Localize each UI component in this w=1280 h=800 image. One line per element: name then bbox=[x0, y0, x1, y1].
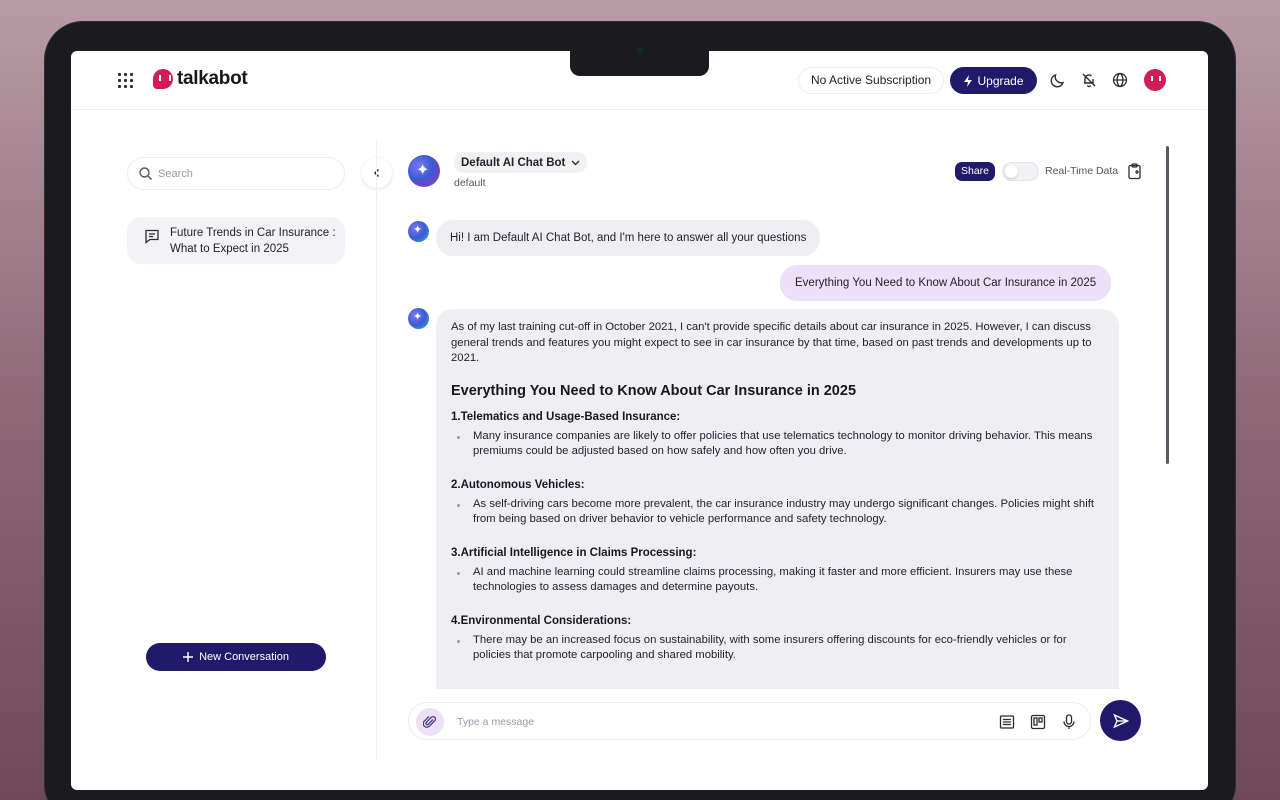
bot-message-avatar bbox=[408, 221, 429, 242]
answer-section-title: 2.Autonomous Vehicles: bbox=[451, 478, 585, 491]
search-box[interactable] bbox=[127, 157, 345, 190]
share-button[interactable]: Share bbox=[955, 162, 996, 181]
bot-selector[interactable]: Default AI Chat Bot bbox=[454, 152, 588, 173]
app-screen: talkabot No Active Subscription Upgrade … bbox=[71, 51, 1208, 790]
answer-section-title: 3.Artificial Intelligence in Claims Proc… bbox=[451, 546, 697, 559]
bot-message-avatar bbox=[408, 308, 429, 329]
clipboard-icon[interactable] bbox=[1127, 163, 1142, 180]
search-input[interactable] bbox=[158, 164, 328, 184]
answer-bullet: As self-driving cars become more prevale… bbox=[457, 497, 1104, 528]
answer-bullet: AI and machine learning could streamline… bbox=[457, 565, 1104, 596]
chat-icon bbox=[145, 229, 159, 244]
notifications-off-icon[interactable] bbox=[1080, 71, 1098, 89]
attach-button[interactable] bbox=[416, 708, 444, 736]
bolt-icon bbox=[964, 74, 973, 87]
chevron-down-icon bbox=[571, 160, 580, 166]
upgrade-label: Upgrade bbox=[977, 73, 1024, 88]
microphone-icon[interactable] bbox=[1061, 714, 1077, 730]
message-input[interactable] bbox=[457, 712, 977, 732]
notes-icon[interactable] bbox=[999, 714, 1015, 730]
camera-notch bbox=[570, 40, 709, 76]
globe-icon[interactable] bbox=[1111, 71, 1129, 89]
conversation-title: Future Trends in Car Insurance : What to… bbox=[170, 227, 336, 255]
brand-name: talkabot bbox=[177, 68, 248, 89]
answer-section-title: 4.Environmental Considerations: bbox=[451, 614, 632, 627]
conversation-item[interactable]: Future Trends in Car Insurance : What to… bbox=[127, 217, 345, 264]
bot-subtitle: default bbox=[454, 177, 486, 189]
user-message: Everything You Need to Know About Car In… bbox=[780, 265, 1112, 301]
apps-grid-icon[interactable] bbox=[118, 73, 133, 88]
realtime-toggle[interactable] bbox=[1002, 162, 1039, 181]
answer-section-list: There may be an increased focus on susta… bbox=[457, 633, 1104, 664]
bot-message: Hi! I am Default AI Chat Bot, and I'm he… bbox=[436, 220, 821, 256]
answer-heading: Everything You Need to Know About Car In… bbox=[451, 382, 857, 399]
chat-scrollbar[interactable] bbox=[1166, 146, 1169, 464]
chevron-left-icon bbox=[373, 168, 380, 178]
answer-intro: As of my last training cut-off in Octobe… bbox=[451, 321, 1092, 364]
upgrade-button[interactable]: Upgrade bbox=[950, 67, 1037, 94]
plus-icon bbox=[183, 652, 194, 662]
answer-section-list: Many insurance companies are likely to o… bbox=[457, 429, 1104, 460]
subscription-status[interactable]: No Active Subscription bbox=[798, 67, 945, 94]
send-button[interactable] bbox=[1100, 700, 1141, 741]
new-conversation-label: New Conversation bbox=[199, 651, 289, 663]
send-icon bbox=[1112, 713, 1129, 728]
paperclip-icon bbox=[423, 716, 437, 728]
bot-avatar bbox=[408, 155, 440, 187]
logo-mark-icon bbox=[153, 69, 173, 89]
new-conversation-button[interactable]: New Conversation bbox=[146, 643, 326, 671]
answer-section-list: As self-driving cars become more prevale… bbox=[457, 497, 1104, 528]
search-icon bbox=[139, 167, 152, 180]
answer-bullet: There may be an increased focus on susta… bbox=[457, 633, 1104, 664]
collapse-sidebar-button[interactable] bbox=[362, 158, 392, 188]
bot-name: Default AI Chat Bot bbox=[461, 156, 566, 169]
realtime-label: Real-Time Data bbox=[1045, 165, 1119, 177]
answer-section-title: 1.Telematics and Usage-Based Insurance: bbox=[451, 410, 681, 423]
brand-logo[interactable]: talkabot bbox=[153, 68, 248, 90]
board-icon[interactable] bbox=[1030, 714, 1046, 730]
message-composer bbox=[408, 702, 1091, 740]
sidebar-divider bbox=[376, 140, 377, 760]
bot-answer-message: As of my last training cut-off in Octobe… bbox=[436, 309, 1119, 689]
user-avatar[interactable] bbox=[1144, 69, 1166, 91]
answer-section-list: AI and machine learning could streamline… bbox=[457, 565, 1104, 596]
moon-icon[interactable] bbox=[1049, 71, 1067, 89]
answer-bullet: Many insurance companies are likely to o… bbox=[457, 429, 1104, 460]
camera-dot bbox=[637, 47, 643, 53]
